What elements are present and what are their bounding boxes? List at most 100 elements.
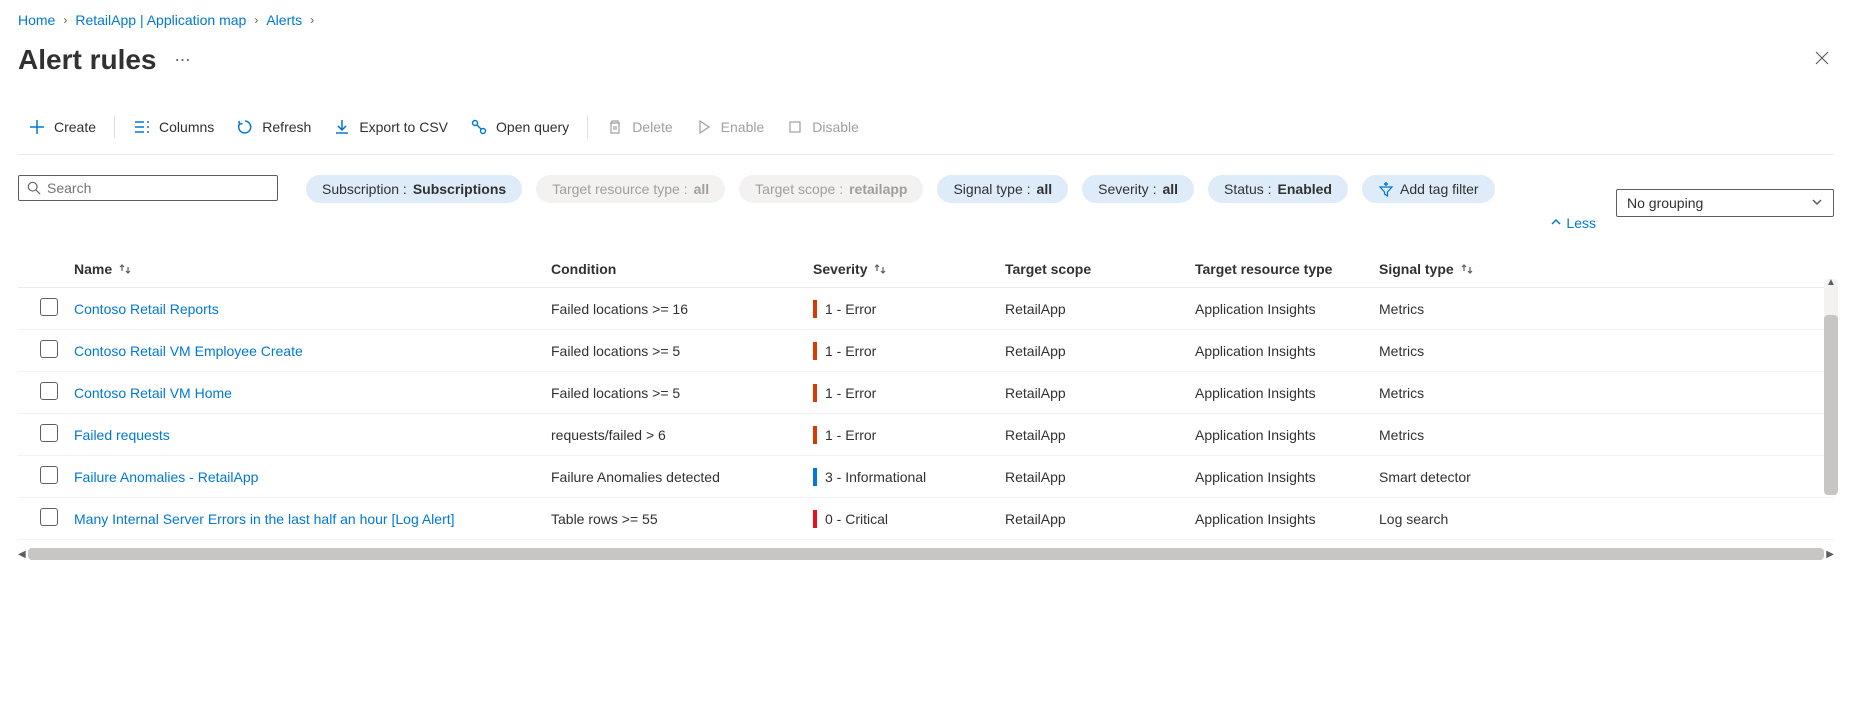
type-cell: Application Insights <box>1195 343 1379 359</box>
row-checkbox[interactable] <box>40 298 58 316</box>
play-icon <box>695 118 713 136</box>
scrollbar-thumb[interactable] <box>1824 315 1838 495</box>
col-name-header[interactable]: Name <box>74 261 551 277</box>
sort-icon <box>873 262 887 276</box>
ellipsis-icon: ⋯ <box>175 52 191 69</box>
signal-cell: Metrics <box>1379 301 1539 317</box>
chevron-right-icon: › <box>310 13 314 27</box>
columns-button[interactable]: Columns <box>123 112 224 142</box>
delete-button[interactable]: Delete <box>596 112 682 142</box>
alert-rule-link[interactable]: Failed requests <box>74 427 170 443</box>
condition-cell: Failed locations >= 5 <box>551 385 813 401</box>
scroll-up-arrow-icon: ▲ <box>1826 277 1836 288</box>
filters-row: Subscription : Subscriptions Target reso… <box>18 175 1834 231</box>
scope-cell: RetailApp <box>1005 469 1195 485</box>
table-row[interactable]: Failed requests requests/failed > 6 1 - … <box>18 414 1834 456</box>
type-cell: Application Insights <box>1195 385 1379 401</box>
vertical-scrollbar[interactable]: ▲ <box>1824 279 1838 495</box>
alert-rule-link[interactable]: Contoso Retail Reports <box>74 301 219 317</box>
export-csv-button[interactable]: Export to CSV <box>323 112 458 142</box>
col-severity-header[interactable]: Severity <box>813 261 1005 277</box>
signal-cell: Smart detector <box>1379 469 1539 485</box>
plus-icon <box>28 118 46 136</box>
condition-cell: Failed locations >= 5 <box>551 343 813 359</box>
download-icon <box>333 118 351 136</box>
type-cell: Application Insights <box>1195 511 1379 527</box>
search-field[interactable] <box>47 180 269 196</box>
severity-cell: 1 - Error <box>813 342 1005 360</box>
table-row[interactable]: Contoso Retail Reports Failed locations … <box>18 288 1834 330</box>
scope-cell: RetailApp <box>1005 427 1195 443</box>
type-cell: Application Insights <box>1195 301 1379 317</box>
separator <box>587 116 588 138</box>
tag-filter-icon <box>1378 181 1394 197</box>
severity-cell: 3 - Informational <box>813 468 1005 486</box>
row-checkbox[interactable] <box>40 340 58 358</box>
disable-button[interactable]: Disable <box>776 112 869 142</box>
table-header: Name Condition Severity Target scope Tar… <box>18 251 1834 288</box>
alert-rule-link[interactable]: Contoso Retail VM Employee Create <box>74 343 303 359</box>
more-options-button[interactable]: ⋯ <box>171 46 195 74</box>
add-tag-filter[interactable]: Add tag filter <box>1362 175 1495 203</box>
horizontal-scrollbar[interactable]: ◀ ▶ <box>18 548 1834 560</box>
less-toggle[interactable]: Less <box>1550 215 1596 231</box>
table-row[interactable]: Contoso Retail VM Home Failed locations … <box>18 372 1834 414</box>
breadcrumb-appmap[interactable]: RetailApp | Application map <box>75 12 246 28</box>
scrollbar-track[interactable] <box>28 548 1825 560</box>
breadcrumb-home[interactable]: Home <box>18 12 55 28</box>
search-icon <box>27 181 41 195</box>
alert-rule-link[interactable]: Contoso Retail VM Home <box>74 385 232 401</box>
table-row[interactable]: Many Internal Server Errors in the last … <box>18 498 1834 540</box>
alert-rule-link[interactable]: Many Internal Server Errors in the last … <box>74 511 455 527</box>
filter-severity[interactable]: Severity : all <box>1082 175 1194 203</box>
filter-target-type[interactable]: Target resource type : all <box>536 175 725 203</box>
trash-icon <box>606 118 624 136</box>
query-icon <box>470 118 488 136</box>
condition-cell: requests/failed > 6 <box>551 427 813 443</box>
row-checkbox[interactable] <box>40 508 58 526</box>
severity-indicator-icon <box>813 468 817 486</box>
filter-target-scope[interactable]: Target scope : retailapp <box>739 175 923 203</box>
scope-cell: RetailApp <box>1005 343 1195 359</box>
breadcrumb-alerts[interactable]: Alerts <box>266 12 302 28</box>
chevron-down-icon <box>1811 195 1823 211</box>
search-input[interactable] <box>18 175 278 201</box>
create-button[interactable]: Create <box>18 112 106 142</box>
scroll-right-arrow-icon: ▶ <box>1826 549 1834 560</box>
close-button[interactable] <box>1810 46 1834 75</box>
open-query-button[interactable]: Open query <box>460 112 579 142</box>
enable-button[interactable]: Enable <box>685 112 775 142</box>
severity-cell: 0 - Critical <box>813 510 1005 528</box>
table-row[interactable]: Failure Anomalies - RetailApp Failure An… <box>18 456 1834 498</box>
row-checkbox[interactable] <box>40 382 58 400</box>
breadcrumb: Home › RetailApp | Application map › Ale… <box>18 12 1834 28</box>
row-checkbox[interactable] <box>40 424 58 442</box>
separator <box>114 116 115 138</box>
row-checkbox[interactable] <box>40 466 58 484</box>
col-scope-header[interactable]: Target scope <box>1005 261 1195 277</box>
refresh-icon <box>236 118 254 136</box>
page-header: Alert rules ⋯ <box>18 44 1834 76</box>
filter-signal-type[interactable]: Signal type : all <box>937 175 1068 203</box>
col-signal-header[interactable]: Signal type <box>1379 261 1539 277</box>
stop-icon <box>786 118 804 136</box>
signal-cell: Metrics <box>1379 343 1539 359</box>
severity-indicator-icon <box>813 342 817 360</box>
col-condition-header[interactable]: Condition <box>551 261 813 277</box>
chevron-right-icon: › <box>254 13 258 27</box>
toolbar: Create Columns Refresh Export to CSV Ope… <box>18 112 1834 155</box>
severity-indicator-icon <box>813 384 817 402</box>
grouping-select[interactable]: No grouping <box>1616 189 1834 217</box>
sort-icon <box>1460 262 1474 276</box>
col-type-header[interactable]: Target resource type <box>1195 261 1379 277</box>
signal-cell: Log search <box>1379 511 1539 527</box>
refresh-button[interactable]: Refresh <box>226 112 321 142</box>
table-row[interactable]: Contoso Retail VM Employee Create Failed… <box>18 330 1834 372</box>
alert-rule-link[interactable]: Failure Anomalies - RetailApp <box>74 469 258 485</box>
signal-cell: Metrics <box>1379 427 1539 443</box>
filter-status[interactable]: Status : Enabled <box>1208 175 1348 203</box>
alert-rules-table: Name Condition Severity Target scope Tar… <box>18 251 1834 540</box>
condition-cell: Table rows >= 55 <box>551 511 813 527</box>
severity-cell: 1 - Error <box>813 384 1005 402</box>
filter-subscription[interactable]: Subscription : Subscriptions <box>306 175 522 203</box>
